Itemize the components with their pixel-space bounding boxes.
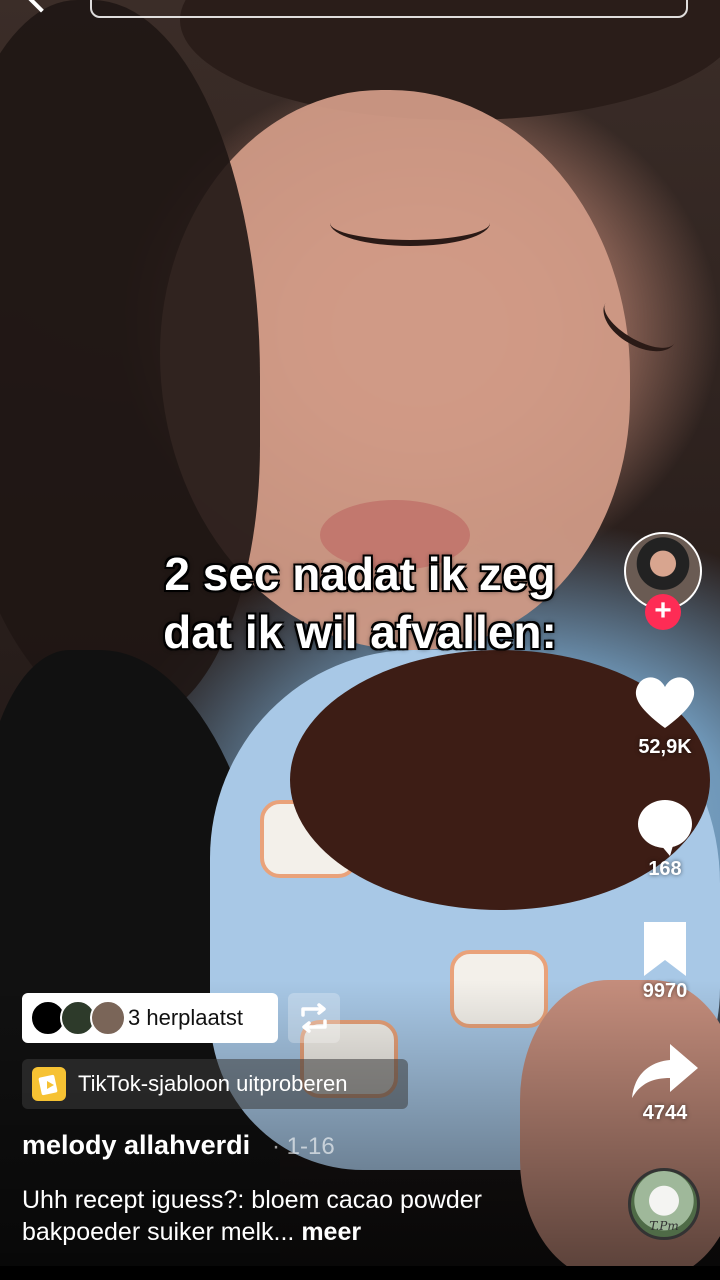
share-count: 4744 (642, 1102, 688, 1124)
follow-button[interactable]: + (645, 594, 681, 630)
caption-line-2: dat ik wil afvallen: (163, 606, 557, 658)
description-text: Uhh recept iguess?: bloem cacao powder b… (22, 1186, 482, 1246)
save-count: 9970 (642, 980, 688, 1002)
repost-label: 3 herplaatst (128, 1005, 243, 1030)
share-arrow-icon[interactable] (630, 1040, 700, 1100)
music-disc-text: T.Pm (649, 1219, 679, 1233)
post-description[interactable]: Uhh recept iguess?: bloem cacao powder b… (22, 1184, 582, 1248)
repost-icon (301, 1003, 327, 1033)
like-count: 52,9K (638, 736, 692, 758)
repost-button[interactable] (288, 993, 340, 1043)
like-heart-icon[interactable] (630, 672, 700, 732)
repost-avatar (90, 1000, 126, 1036)
comment-count: 168 (648, 858, 682, 880)
comment-bubble-icon[interactable] (630, 796, 700, 856)
repost-badge[interactable]: 3 herplaatst (22, 993, 278, 1043)
video-eye-left (330, 200, 490, 246)
caption-line-1: 2 sec nadat ik zeg (164, 548, 556, 600)
bookmark-icon[interactable] (630, 920, 700, 980)
author-name[interactable]: melody allahverdi (22, 1130, 250, 1161)
search-bar[interactable] (90, 0, 688, 18)
post-date: · 1-16 (272, 1133, 335, 1160)
more-link[interactable]: meer (301, 1218, 361, 1246)
video-caption: 2 sec nadat ik zeg dat ik wil afvallen: (100, 545, 620, 661)
music-disc[interactable]: T.Pm (628, 1168, 700, 1240)
template-label: TikTok-sjabloon uitproberen (78, 1071, 348, 1096)
template-banner[interactable]: TikTok-sjabloon uitproberen (22, 1059, 408, 1109)
template-icon (32, 1067, 66, 1101)
bottom-bar (0, 1266, 720, 1280)
